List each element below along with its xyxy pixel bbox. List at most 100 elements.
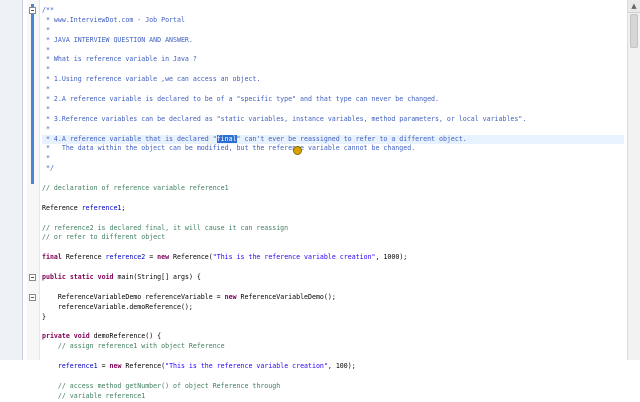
code-editor[interactable]: /** * www.InterviewDot.com - Job Portal …	[0, 0, 640, 400]
code-token: , 100);	[327, 362, 356, 371]
fold-toggle-icon[interactable]	[29, 274, 36, 281]
code-token: // declaration of reference variable ref…	[42, 184, 229, 193]
vertical-scrollbar[interactable]: ▲	[627, 0, 640, 360]
code-token: * 3.Reference variables can be declared …	[42, 114, 527, 123]
code-token: =	[97, 362, 110, 371]
code-line[interactable]	[42, 372, 624, 382]
code-line[interactable]: *	[42, 154, 624, 164]
code-line[interactable]: *	[42, 26, 624, 36]
code-line[interactable]: ReferenceVariableDemo referenceVariable …	[42, 293, 624, 303]
code-token: // variable reference1	[42, 391, 146, 400]
code-line[interactable]: }	[42, 313, 624, 323]
code-line[interactable]: * 2.A reference variable is declared to …	[42, 95, 624, 105]
code-token: *	[42, 25, 50, 34]
code-token: // reference2 is declared final, it will…	[42, 223, 289, 232]
code-line[interactable]: *	[42, 85, 624, 95]
code-token: void	[97, 273, 114, 282]
code-line[interactable]: *	[42, 46, 624, 56]
code-line[interactable]: final Reference reference2 = new Referen…	[42, 253, 624, 263]
code-text-area[interactable]: /** * www.InterviewDot.com - Job Portal …	[42, 6, 624, 402]
code-line[interactable]: reference1 = new Reference("This is the …	[42, 362, 624, 372]
code-token: private	[42, 332, 70, 341]
code-token: Reference	[61, 253, 106, 262]
code-line[interactable]: private void demoReference() {	[42, 332, 624, 342]
code-token: " can't ever be reassigned to refer to a…	[236, 134, 467, 143]
code-line[interactable]: public static void main(String[] args) {	[42, 273, 624, 283]
code-line[interactable]: *	[42, 125, 624, 135]
code-line[interactable]: // assign reference1 with object Referen…	[42, 342, 624, 352]
code-token: Reference	[42, 203, 82, 212]
code-token: new	[109, 362, 122, 371]
code-line[interactable]	[42, 263, 624, 273]
code-token: public	[42, 273, 66, 282]
code-token: final	[42, 253, 62, 262]
code-token: // or refer to different object	[42, 233, 166, 242]
code-token: *	[42, 65, 50, 74]
code-token: *	[42, 124, 50, 133]
code-token: * The data within the object can be modi…	[42, 144, 416, 153]
code-line[interactable]: // or refer to different object	[42, 233, 624, 243]
code-line[interactable]: Reference reference1;	[42, 204, 624, 214]
code-line[interactable]: *	[42, 105, 624, 115]
fold-toggle-icon[interactable]	[29, 294, 36, 301]
scrollbar-thumb[interactable]	[630, 14, 638, 48]
code-token: *	[42, 45, 50, 54]
code-token: Reference(	[121, 362, 166, 371]
code-token: reference1	[81, 203, 122, 212]
fold-toggle-icon[interactable]	[29, 7, 36, 14]
code-line[interactable]	[42, 283, 624, 293]
code-line[interactable]	[42, 214, 624, 224]
code-token: main(String[] args) {	[113, 273, 201, 282]
editor-left-panel	[0, 0, 23, 360]
code-line[interactable]: // variable reference1	[42, 392, 624, 402]
code-token: ;	[121, 203, 126, 212]
code-line[interactable]	[42, 323, 624, 333]
code-token: *	[42, 85, 50, 94]
code-token: * 1.Using reference variable ,we can acc…	[42, 75, 261, 84]
code-token: reference1	[57, 362, 98, 371]
code-line[interactable]: /**	[42, 6, 624, 16]
code-token: =	[145, 253, 158, 262]
code-token: *	[42, 104, 50, 113]
fold-range-indicator	[31, 4, 34, 184]
code-line[interactable]	[42, 194, 624, 204]
code-token: /**	[42, 6, 54, 14]
selected-text: final	[216, 134, 237, 143]
code-token: "This is the reference variable creation…	[212, 253, 376, 262]
code-token: * What is reference variable in Java ?	[42, 55, 197, 64]
code-token: }	[42, 312, 46, 321]
code-token: */	[42, 164, 54, 173]
code-token: demoReference() {	[89, 332, 162, 341]
code-token: ReferenceVariableDemo();	[236, 292, 336, 301]
code-line[interactable]: // declaration of reference variable ref…	[42, 184, 624, 194]
chevron-up-icon[interactable]: ▲	[628, 0, 640, 13]
code-token: void	[73, 332, 90, 341]
code-token: * 4.A reference variable that is declare…	[42, 134, 217, 143]
code-line[interactable]: * 3.Reference variables can be declared …	[42, 115, 624, 125]
code-line[interactable]: */	[42, 164, 624, 174]
code-token: *	[42, 154, 50, 163]
code-line[interactable]: referenceVariable.demoReference();	[42, 303, 624, 313]
code-token: * 2.A reference variable is declared to …	[42, 95, 439, 104]
code-line[interactable]: * www.InterviewDot.com - Job Portal	[42, 16, 624, 26]
code-token: ReferenceVariableDemo referenceVariable …	[42, 292, 225, 301]
code-token: new	[224, 292, 237, 301]
code-line[interactable]: * The data within the object can be modi…	[42, 144, 624, 154]
code-line[interactable]: // access method getNumber() of object R…	[42, 382, 624, 392]
code-line[interactable]: *	[42, 65, 624, 75]
code-line[interactable]: * 4.A reference variable that is declare…	[42, 134, 624, 145]
code-line[interactable]: * 1.Using reference variable ,we can acc…	[42, 75, 624, 85]
code-token: * www.InterviewDot.com - Job Portal	[42, 15, 185, 24]
code-line[interactable]: * What is reference variable in Java ?	[42, 55, 624, 65]
mouse-cursor-icon	[293, 146, 302, 155]
code-line[interactable]	[42, 174, 624, 184]
code-token: Reference(	[169, 253, 213, 262]
code-token: static	[69, 273, 94, 282]
code-line[interactable]	[42, 243, 624, 253]
code-token: new	[157, 253, 170, 262]
code-line[interactable]: // reference2 is declared final, it will…	[42, 224, 624, 234]
code-line[interactable]	[42, 352, 624, 362]
code-token: "This is the reference variable creation…	[165, 362, 328, 371]
code-line[interactable]: * JAVA INTERVIEW QUESTION AND ANSWER.	[42, 36, 624, 46]
